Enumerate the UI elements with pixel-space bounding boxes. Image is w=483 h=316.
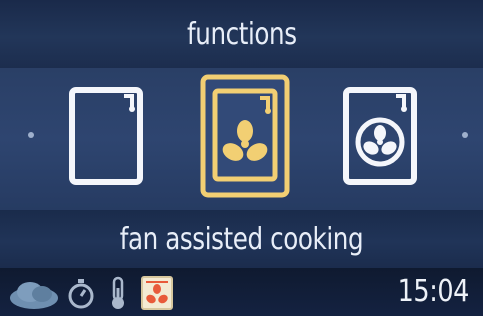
status-bar: 15:04 xyxy=(0,268,483,316)
header-bar: functions xyxy=(0,0,483,68)
timer-icon xyxy=(66,276,96,310)
page-title: functions xyxy=(186,16,297,52)
function-fan-assisted-option[interactable] xyxy=(200,74,290,198)
function-conventional-option[interactable] xyxy=(62,80,150,192)
scroll-left-indicator[interactable] xyxy=(28,132,34,138)
scroll-right-indicator[interactable] xyxy=(462,132,468,138)
cloud-icon xyxy=(8,276,60,310)
fan-assisted-icon xyxy=(200,74,290,198)
clock-time: 15:04 xyxy=(397,274,470,309)
conventional-oven-icon xyxy=(69,87,143,185)
selected-function-bar: fan assisted cooking xyxy=(0,210,483,268)
function-carousel xyxy=(0,68,483,210)
selected-function-label: fan assisted cooking xyxy=(119,221,364,257)
fan-ring-icon xyxy=(343,87,417,185)
oven-display: functions fan assisted cooking 15:04 xyxy=(0,0,483,316)
function-fan-ring-option[interactable] xyxy=(336,80,424,192)
active-mode-icon xyxy=(140,275,174,311)
thermometer-icon xyxy=(104,276,132,310)
